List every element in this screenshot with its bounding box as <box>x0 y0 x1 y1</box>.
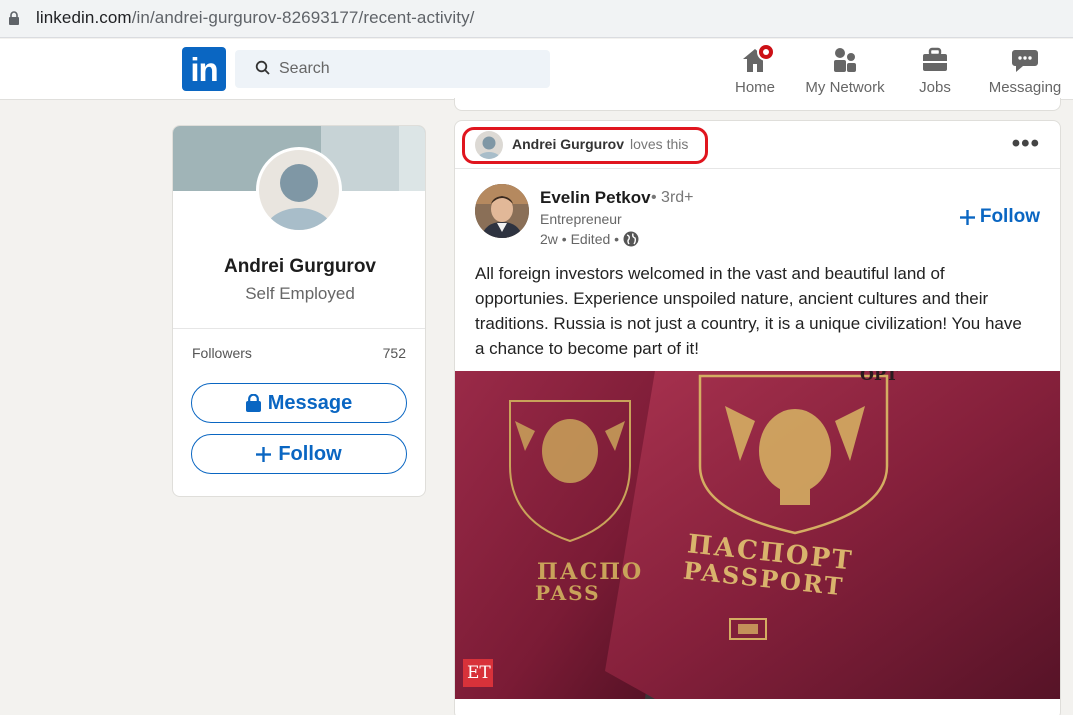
followers-label: Followers <box>192 345 252 361</box>
cover-stripe <box>399 126 425 191</box>
author-avatar[interactable] <box>475 184 529 238</box>
author-name[interactable]: Evelin Petkov <box>540 188 651 208</box>
avatar[interactable] <box>256 147 342 233</box>
message-button[interactable]: Message <box>191 383 407 423</box>
previous-post-card <box>454 98 1061 111</box>
nav-item-label: My Network <box>805 79 885 96</box>
follow-author-label: Follow <box>979 206 1040 227</box>
notification-badge <box>757 43 775 61</box>
author-headline: Entrepreneur <box>540 211 622 227</box>
nav-item-label: Home <box>734 79 775 96</box>
linkedin-logo[interactable]: in <box>182 47 226 91</box>
follow-button[interactable]: Follow <box>191 434 407 474</box>
profile-card: Andrei Gurgurov Self Employed Followers … <box>172 125 426 497</box>
briefcase-icon <box>923 47 947 71</box>
nav-item-home[interactable]: Home <box>725 43 785 99</box>
post-image[interactable]: ПАСПОРТ PASSPORT ПАСПО PASS ОРТ ET <box>455 371 1060 699</box>
connection-degree: • 3rd+ <box>651 189 694 206</box>
nav-item-label: Messaging <box>988 79 1062 96</box>
plus-icon <box>959 209 975 225</box>
watermark-logo: ET <box>467 663 491 683</box>
post-meta: 2w • Edited • <box>540 231 639 247</box>
highlight-annotation <box>462 127 708 164</box>
passport-top-text: ОРТ <box>860 371 898 384</box>
url-host: linkedin.com <box>36 8 132 27</box>
top-navigation: in Home My Network Jobs <box>0 39 1073 100</box>
nav-item-label: Jobs <box>919 79 951 96</box>
network-icon <box>834 48 856 72</box>
post-text: All foreign investors welcomed in the va… <box>475 264 1022 358</box>
feed-post: Andrei Gurgurov loves this ••• Evelin Pe… <box>454 120 1061 715</box>
passport-photo <box>455 371 1060 699</box>
url-path: /in/andrei-gurgurov-82693177/recent-acti… <box>131 8 475 27</box>
more-options-icon[interactable]: ••• <box>1012 130 1040 158</box>
browser-address-bar[interactable]: linkedin.com/in/andrei-gurgurov-82693177… <box>0 0 1073 38</box>
post-activity-header: Andrei Gurgurov loves this ••• <box>455 121 1060 169</box>
url-text[interactable]: linkedin.com/in/andrei-gurgurov-82693177… <box>36 8 475 28</box>
messaging-icon <box>1012 50 1038 72</box>
nav-item-my-network[interactable]: My Network <box>800 43 890 99</box>
follow-button-label: Follow <box>278 442 342 465</box>
lock-icon <box>245 394 261 412</box>
message-button-label: Message <box>267 391 353 414</box>
default-avatar-icon <box>265 164 333 230</box>
passport-title-en-partial: PASS <box>535 581 601 605</box>
nav-item-jobs[interactable]: Jobs <box>905 43 965 99</box>
author-photo <box>475 184 529 238</box>
lock-icon <box>9 11 19 25</box>
nav-item-messaging[interactable]: Messaging <box>985 43 1065 99</box>
search-icon <box>255 60 270 75</box>
divider <box>173 328 425 329</box>
follow-author-button[interactable]: Follow <box>959 206 1040 228</box>
globe-icon <box>623 231 639 247</box>
post-meta-text: 2w • Edited • <box>540 231 620 247</box>
profile-headline: Self Employed <box>245 284 355 303</box>
search-input[interactable] <box>279 50 539 88</box>
search-box[interactable] <box>235 50 550 88</box>
followers-count: 752 <box>382 345 406 361</box>
plus-icon <box>256 446 272 462</box>
profile-name[interactable]: Andrei Gurgurov <box>173 256 425 278</box>
